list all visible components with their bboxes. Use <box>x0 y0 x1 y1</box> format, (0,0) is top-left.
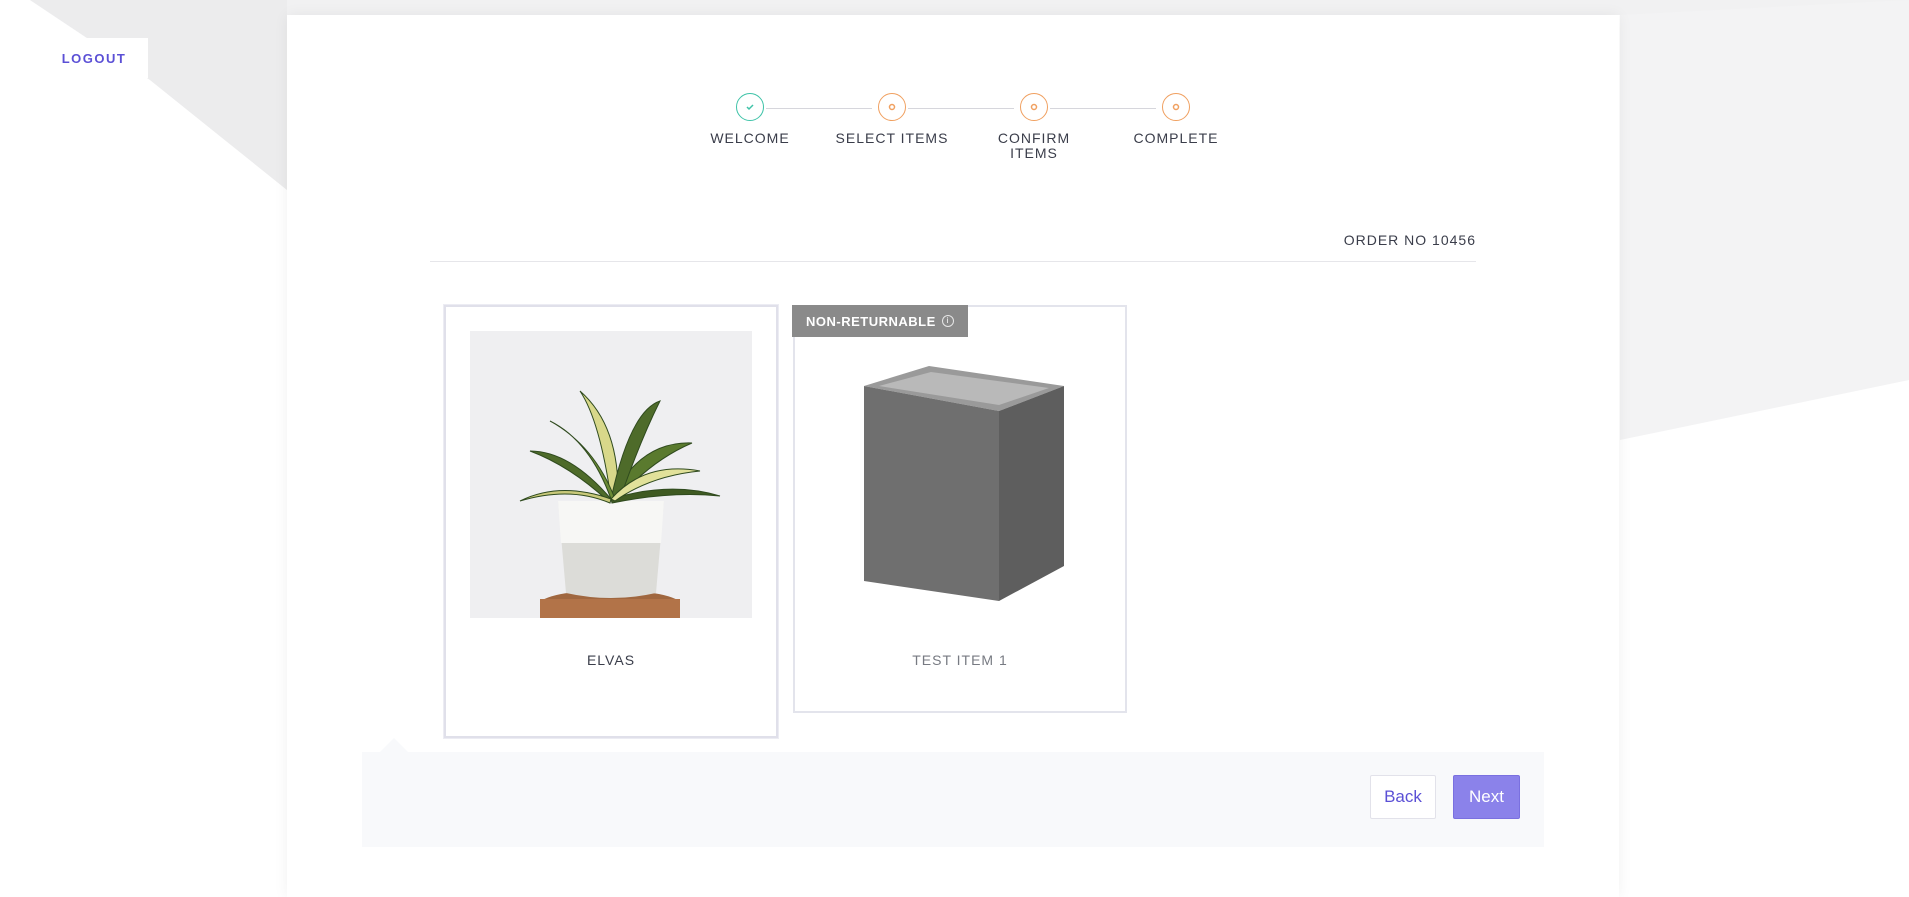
footer-notch <box>380 738 408 752</box>
step-select-items: SELECT ITEMS <box>832 93 952 146</box>
non-returnable-badge: NON-RETURNABLE i <box>792 305 968 337</box>
dot-icon <box>1020 93 1048 121</box>
dot-icon <box>1162 93 1190 121</box>
step-label: COMPLETE <box>1133 130 1219 146</box>
logout-container: LOGOUT <box>40 38 148 78</box>
back-button[interactable]: Back <box>1370 775 1436 819</box>
item-name: TEST ITEM 1 <box>912 652 1008 668</box>
step-label: WELCOME <box>710 130 790 146</box>
step-welcome: WELCOME <box>690 93 810 146</box>
item-name: ELVAS <box>586 652 636 668</box>
progress-stepper: WELCOME SELECT ITEMS CONFIRM ITEMS COMPL… <box>687 79 1227 179</box>
step-complete: COMPLETE <box>1116 93 1236 146</box>
item-card-test-item-1[interactable]: TEST ITEM 1 <box>793 305 1127 713</box>
gray-box-image <box>819 331 1101 618</box>
step-label: CONFIRM ITEMS <box>997 130 1071 161</box>
dot-icon <box>878 93 906 121</box>
step-confirm-items: CONFIRM ITEMS <box>989 93 1079 161</box>
check-icon <box>736 93 764 121</box>
next-button[interactable]: Next <box>1453 775 1520 819</box>
logout-link[interactable]: LOGOUT <box>62 51 127 66</box>
item-card-elvas[interactable]: ELVAS <box>444 305 778 738</box>
divider <box>430 261 1476 262</box>
step-label: SELECT ITEMS <box>835 130 949 146</box>
badge-label: NON-RETURNABLE <box>806 313 936 329</box>
info-icon[interactable]: i <box>941 315 954 327</box>
order-number: ORDER NO 10456 <box>1343 232 1476 248</box>
potted-plant-image <box>470 331 752 618</box>
main-panel: WELCOME SELECT ITEMS CONFIRM ITEMS COMPL… <box>287 15 1619 897</box>
footer-bar <box>362 752 1544 847</box>
